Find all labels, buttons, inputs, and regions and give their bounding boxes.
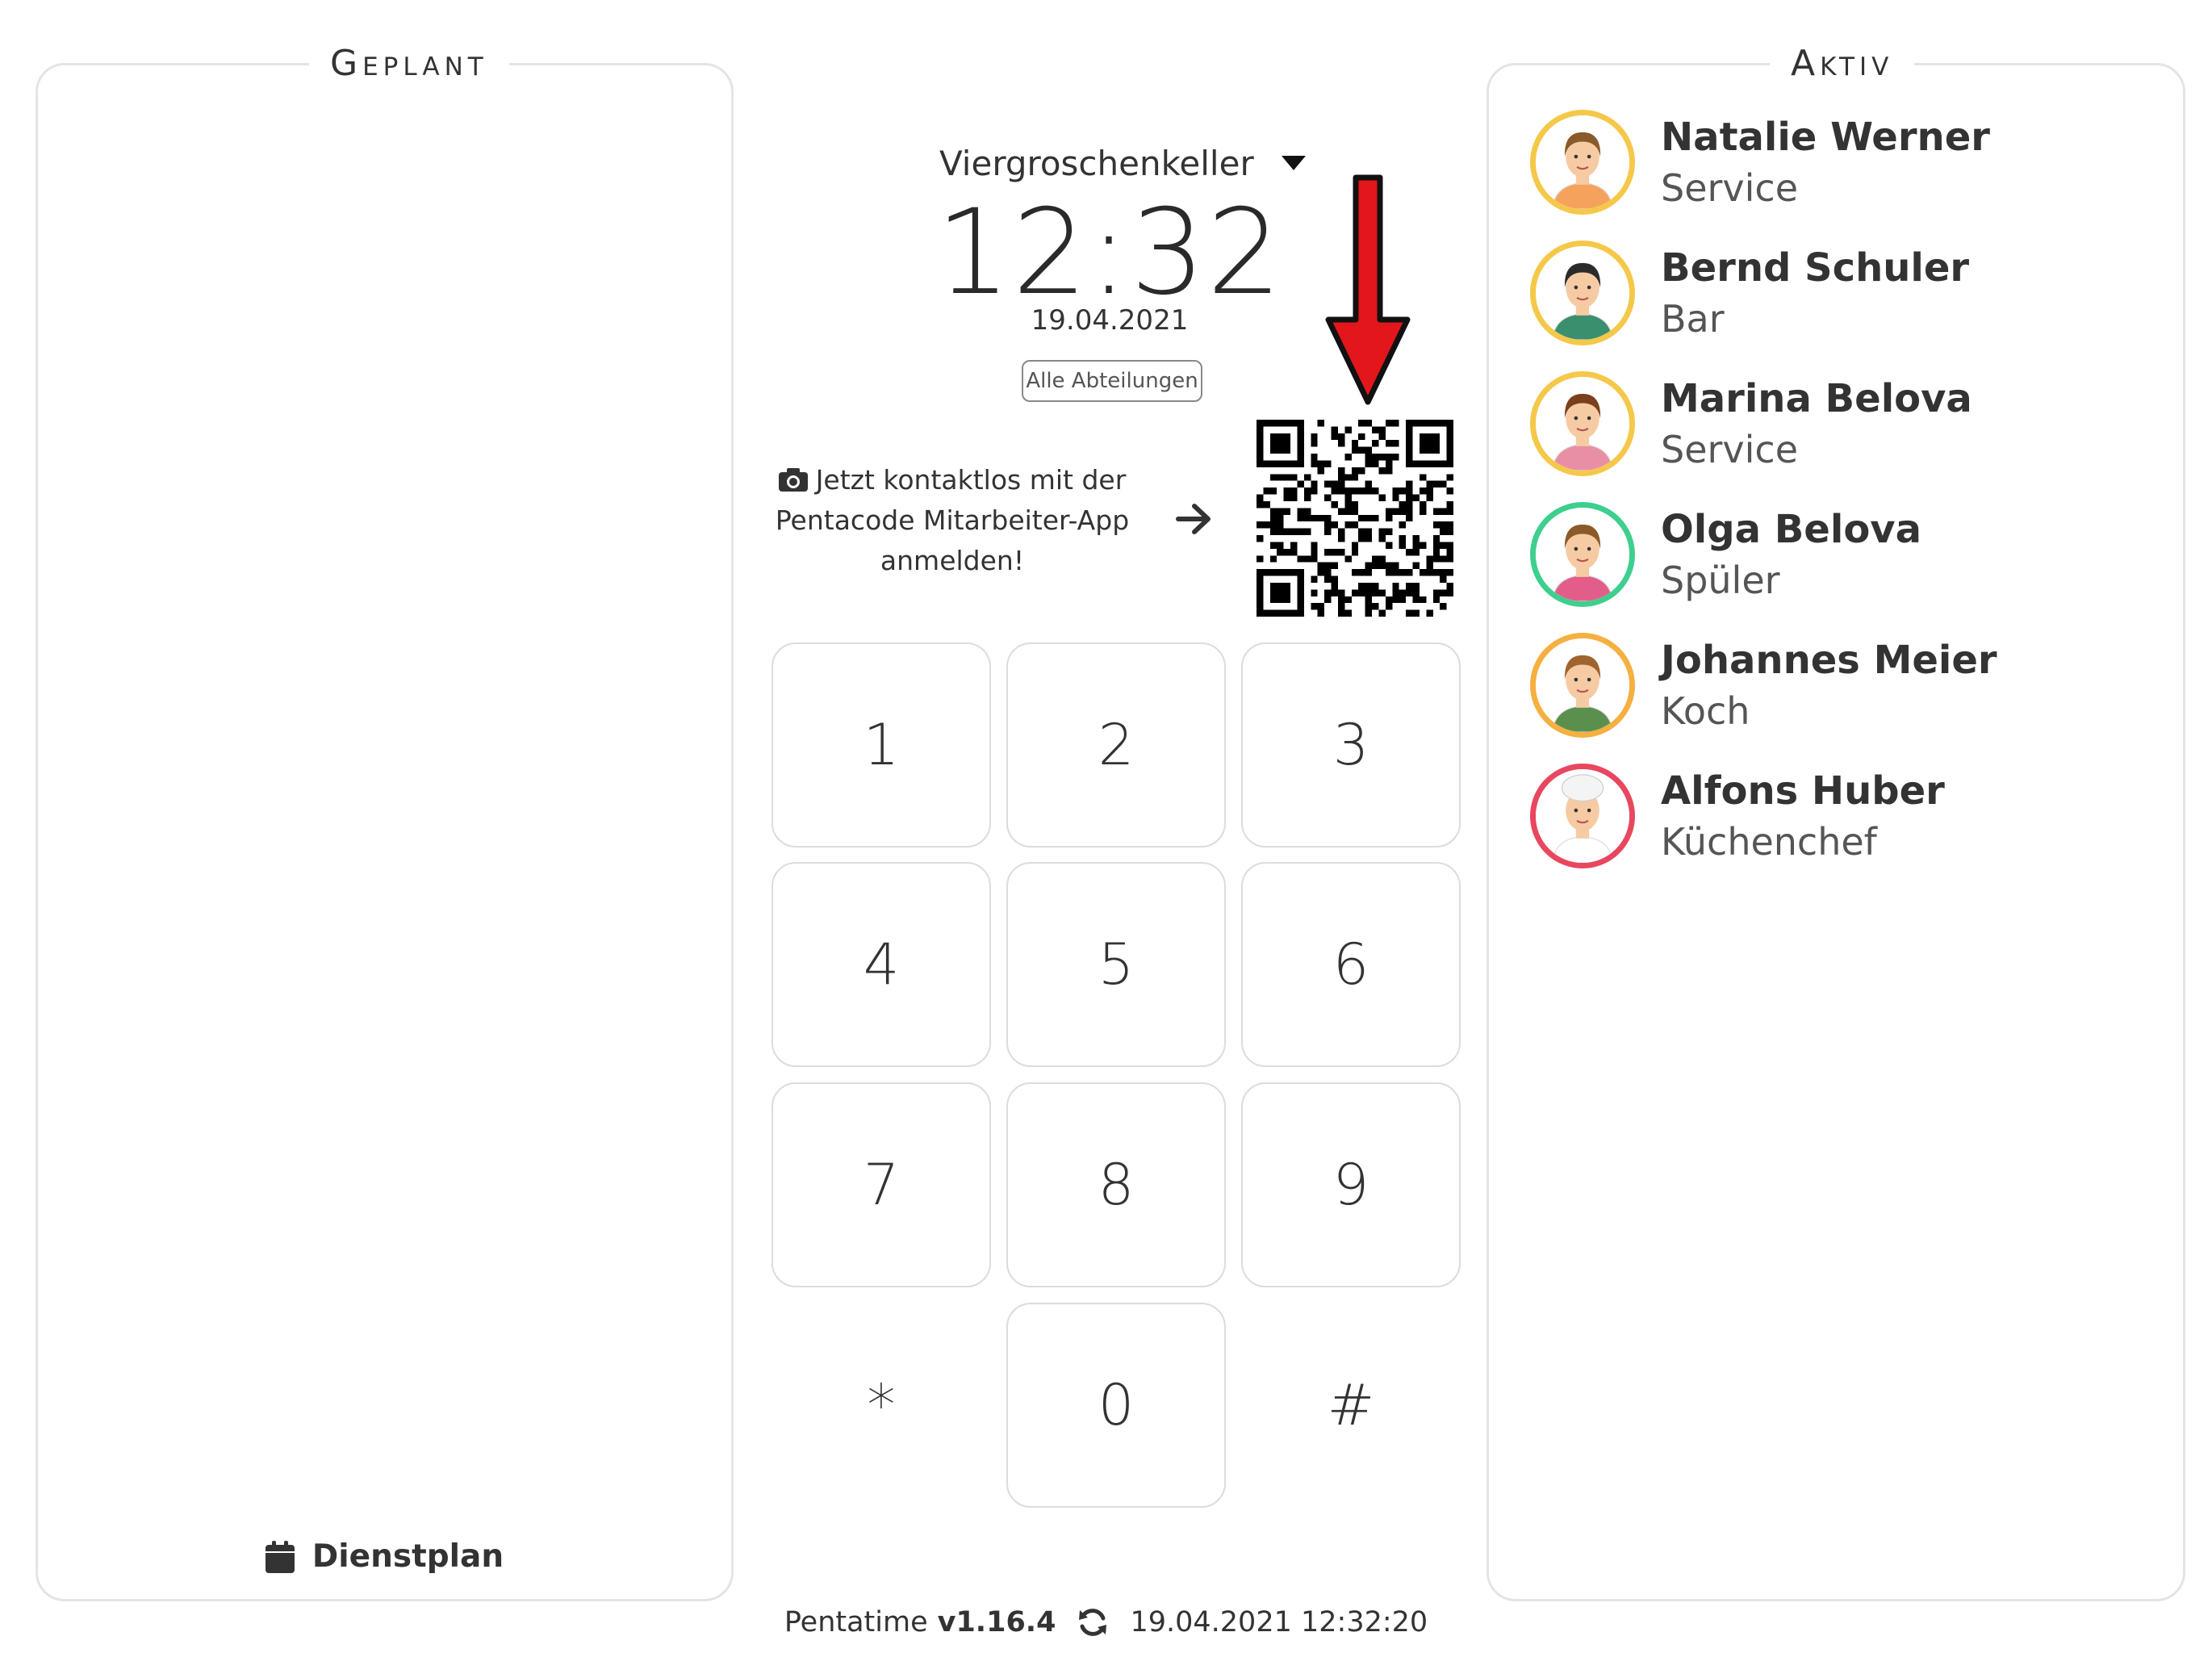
camera-icon — [778, 468, 808, 492]
employee-name: Natalie Werner — [1661, 115, 1990, 160]
sync-timestamp: 19.04.2021 12:32:20 — [1130, 1606, 1428, 1638]
employee-name: Alfons Huber — [1661, 768, 1945, 814]
app-version: v1.16.4 — [937, 1606, 1056, 1638]
employee-role: Bar — [1661, 297, 1725, 341]
department-filter-button[interactable]: Alle Abteilungen — [1022, 360, 1202, 402]
keypad-key-4[interactable]: 4 — [771, 862, 991, 1067]
location-label: Viergroschenkeller — [939, 144, 1254, 183]
employee-role: Service — [1661, 166, 1799, 210]
employee-name: Johannes Meier — [1661, 638, 1997, 683]
keypad-key-0[interactable]: 0 — [1006, 1303, 1226, 1508]
employee-role: Service — [1661, 428, 1799, 471]
keypad-key-7[interactable]: 7 — [771, 1082, 991, 1287]
keypad-key-2[interactable]: 2 — [1006, 642, 1226, 847]
employee-avatar — [1530, 110, 1635, 215]
clock-in-terminal: Viergroschenkeller 12:32 19.04.2021 Alle… — [759, 0, 1461, 1653]
keypad-key-hash[interactable]: # — [1241, 1303, 1461, 1508]
contactless-hint: Jetzt kontaktlos mit der Pentacode Mitar… — [759, 460, 1146, 581]
contactless-hint-text: Jetzt kontaktlos mit der Pentacode Mitar… — [775, 464, 1130, 576]
employee-name: Bernd Schuler — [1661, 245, 1970, 291]
qr-code[interactable] — [1257, 420, 1453, 617]
keypad-key-8[interactable]: 8 — [1006, 1082, 1226, 1287]
footer: Pentatime v1.16.4 19.04.2021 12:32:20 — [0, 1606, 2212, 1638]
active-panel-title: Aktiv — [1770, 38, 1915, 90]
employee-avatar — [1530, 764, 1635, 868]
employee-card[interactable]: Olga Belova Spüler — [1530, 502, 2143, 615]
employee-name: Olga Belova — [1661, 507, 1921, 552]
red-down-arrow-icon — [1325, 174, 1411, 405]
employee-card[interactable]: Marina Belova Service — [1530, 371, 2143, 484]
planned-panel: Geplant Dienstplan — [36, 38, 734, 1601]
employee-avatar — [1530, 502, 1635, 607]
location-selector[interactable]: Viergroschenkeller — [939, 144, 1306, 183]
employee-role: Koch — [1661, 689, 1750, 733]
employee-role: Spüler — [1661, 559, 1780, 602]
employee-avatar — [1530, 241, 1635, 345]
employee-card[interactable]: Natalie Werner Service — [1530, 110, 2143, 223]
planned-panel-title: Geplant — [309, 38, 509, 90]
app-root: Geplant Dienstplan Viergroschenkeller 12… — [0, 0, 2212, 1653]
keypad-key-3[interactable]: 3 — [1241, 642, 1461, 847]
keypad-key-9[interactable]: 9 — [1241, 1082, 1461, 1287]
employee-role: Küchenchef — [1661, 820, 1877, 864]
keypad-key-6[interactable]: 6 — [1241, 862, 1461, 1067]
employee-card[interactable]: Johannes Meier Koch — [1530, 633, 2143, 746]
arrow-right-icon — [1176, 504, 1211, 534]
employee-card[interactable]: Bernd Schuler Bar — [1530, 241, 2143, 354]
employee-card[interactable]: Alfons Huber Küchenchef — [1530, 764, 2143, 877]
schedule-link[interactable]: Dienstplan — [38, 1538, 731, 1575]
employee-avatar — [1530, 633, 1635, 738]
employee-name: Marina Belova — [1661, 376, 1972, 421]
keypad-key-1[interactable]: 1 — [771, 642, 991, 847]
keypad-key-star[interactable]: * — [771, 1303, 991, 1508]
sync-icon[interactable] — [1077, 1606, 1109, 1638]
calendar-icon — [265, 1540, 295, 1573]
keypad-key-5[interactable]: 5 — [1006, 862, 1226, 1067]
app-name: Pentatime — [784, 1606, 928, 1638]
caret-down-icon — [1281, 155, 1306, 170]
employee-avatar — [1530, 371, 1635, 476]
schedule-link-label: Dienstplan — [312, 1538, 504, 1575]
